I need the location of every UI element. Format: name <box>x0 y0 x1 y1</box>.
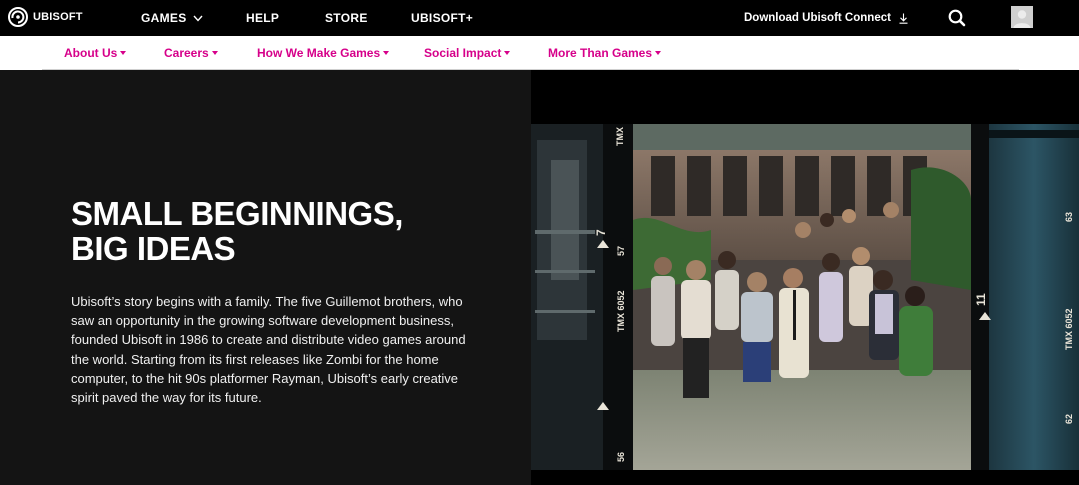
search-icon <box>948 9 966 27</box>
subnav-careers[interactable]: Careers <box>164 36 218 70</box>
nav-help[interactable]: HELP <box>246 0 279 36</box>
ubisoft-logo[interactable]: UBISOFT <box>8 7 83 27</box>
chevron-down-icon <box>192 15 203 22</box>
nav-games-label: GAMES <box>141 11 187 25</box>
subnav-social-impact[interactable]: Social Impact <box>424 36 511 70</box>
brand-name: UBISOFT <box>33 11 83 23</box>
subnav-more-than-games-label: More Than Games <box>548 46 653 60</box>
subnav-more-than-games[interactable]: More Than Games <box>548 36 662 70</box>
top-nav-bar: UBISOFT GAMES HELP STORE UBISOFT+ Downlo… <box>0 0 1079 36</box>
film-mark-left-frame: 7 <box>594 229 608 236</box>
film-mark-left-stock: TMX 6052 <box>616 290 626 332</box>
subnav-social-impact-label: Social Impact <box>424 46 502 60</box>
caret-down-icon <box>211 51 218 55</box>
nav-store[interactable]: STORE <box>325 0 368 36</box>
download-label: Download Ubisoft Connect <box>744 12 891 24</box>
search-button[interactable] <box>946 7 968 29</box>
film-mark-left-top: TMX <box>615 127 625 146</box>
film-mark-right-bottom: 62 <box>1064 414 1074 424</box>
film-mark-left-bottom: 56 <box>616 452 626 462</box>
sub-nav-bar: About Us Careers How We Make Games Socia… <box>0 36 1079 70</box>
subnav-about-us-label: About Us <box>64 46 118 60</box>
caret-down-icon <box>504 51 511 55</box>
caret-down-icon <box>383 51 390 55</box>
nav-store-label: STORE <box>325 11 368 25</box>
hero-text-panel <box>0 70 531 485</box>
subnav-how-we-make-games[interactable]: How We Make Games <box>257 36 390 70</box>
user-avatar-icon <box>1011 6 1033 28</box>
film-mark-right-frame: 11 <box>974 293 988 306</box>
subnav-about-us[interactable]: About Us <box>64 36 127 70</box>
subnav-careers-label: Careers <box>164 46 209 60</box>
hero-photo: TMX 7 57 TMX 6052 56 11 TMX 6052 63 62 <box>531 70 1079 485</box>
hero-headline-line-1: SMALL BEGINNINGS, <box>71 195 403 232</box>
nav-ubisoft-plus-label: UBISOFT+ <box>411 11 474 25</box>
download-ubisoft-connect-link[interactable]: Download Ubisoft Connect <box>744 0 908 36</box>
subnav-how-we-make-games-label: How We Make Games <box>257 46 381 60</box>
ubisoft-swirl-icon <box>8 7 28 27</box>
nav-help-label: HELP <box>246 11 280 25</box>
download-icon <box>899 13 908 24</box>
nav-ubisoft-plus[interactable]: UBISOFT+ <box>411 0 473 36</box>
nav-games[interactable]: GAMES <box>141 0 203 36</box>
film-mark-left-num: 57 <box>616 246 626 256</box>
film-mark-right-top: 63 <box>1064 212 1074 222</box>
user-avatar[interactable] <box>1011 6 1033 28</box>
caret-down-icon <box>120 51 127 55</box>
hero-headline-line-2: BIG IDEAS <box>71 230 236 267</box>
caret-down-icon <box>655 51 662 55</box>
film-strip-photo: TMX 7 57 TMX 6052 56 11 TMX 6052 63 62 <box>531 70 1079 485</box>
hero-headline: SMALL BEGINNINGS, BIG IDEAS <box>71 196 471 266</box>
film-mark-right-stock: TMX 6052 <box>1064 308 1074 350</box>
hero-body-text: Ubisoft’s story begins with a family. Th… <box>71 294 466 406</box>
